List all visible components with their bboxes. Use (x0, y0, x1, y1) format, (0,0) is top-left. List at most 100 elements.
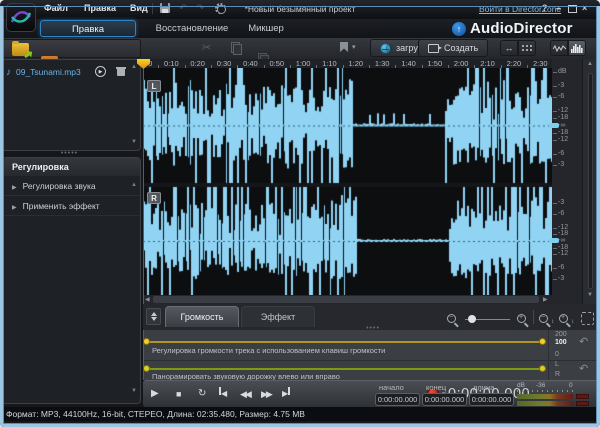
envelope-keyframe[interactable] (539, 338, 546, 345)
tab-restore[interactable]: Восстановление (146, 20, 238, 37)
maximize-button[interactable] (568, 5, 577, 13)
scroll-left-icon[interactable]: ◀ (145, 296, 150, 303)
list-item-audio-file[interactable]: ♪ 09_Tsunami.mp3 (6, 64, 126, 80)
ruler-tick: 2:30 (533, 59, 548, 68)
sidebar-item-apply-effect[interactable]: ▶Применить эффект (3, 196, 140, 216)
menu-file[interactable]: Файл (44, 3, 68, 13)
field-label-end: конец (426, 383, 446, 392)
envelope-keyframe[interactable] (143, 365, 150, 372)
scroll-up-icon[interactable]: ▲ (587, 61, 593, 67)
produce-label: Создать (444, 43, 478, 53)
scroll-up-icon[interactable]: ▲ (131, 182, 137, 188)
remove-file-icon[interactable] (117, 67, 125, 76)
app-window: Файл Правка Вид ↶ ↷ *Новый безымянный пр… (0, 0, 600, 427)
marker-icon[interactable] (340, 42, 348, 52)
import-media-icon[interactable] (12, 43, 29, 56)
scroll-up-icon[interactable]: ▲ (131, 64, 137, 70)
sidebar-item-adjust-volume[interactable]: ▶Регулировка звука (3, 176, 140, 196)
tab-volume[interactable]: Громкость (165, 306, 239, 327)
loop-button[interactable]: ↻ (198, 387, 206, 401)
pan-envelope-lane[interactable]: Панорамировать звуковую дорожку влево ил… (143, 361, 600, 380)
skip-start-button[interactable]: ◀ (219, 387, 227, 401)
volume-handle-right-channel[interactable] (549, 238, 559, 243)
timeline-ruler[interactable]: 0:000:100:200:300:400:501:001:101:201:30… (143, 59, 582, 68)
zoom-in-icon[interactable]: + (517, 314, 526, 323)
mode-tab-bar: Правка Восстановление Микшер ↑ AudioDire… (0, 19, 600, 38)
menu-view[interactable]: Вид (130, 3, 148, 13)
playhead-line-envelope (143, 330, 144, 380)
zoom-out-icon[interactable]: − (447, 314, 456, 323)
rewind-button[interactable]: ◀◀ (240, 387, 250, 401)
field-start[interactable]: 0:00:00.000 (375, 393, 420, 406)
db-scale-label: -6 (558, 150, 564, 157)
dots-grid-icon (521, 44, 533, 52)
toggle-keyframe-grid[interactable] (518, 40, 536, 56)
scroll-down-icon[interactable]: ▼ (131, 139, 137, 145)
volume-envelope-lane[interactable]: Регулировка громкости трека с использова… (143, 330, 600, 361)
reset-envelope-icon[interactable]: ↶ (579, 337, 588, 347)
preview-play-icon[interactable]: ▶ (95, 66, 106, 77)
field-label-start: начало (379, 383, 404, 392)
chevron-right-icon: ▶ (12, 185, 17, 191)
panel-resize-handle[interactable]: ••••• (0, 150, 139, 157)
help-button[interactable]: ? (542, 3, 548, 13)
brand-name: AudioDirector (470, 20, 573, 37)
scroll-right-icon[interactable]: ▶ (543, 296, 548, 303)
minimize-button[interactable]: – (556, 3, 561, 13)
fit-view-icon[interactable] (581, 312, 594, 325)
vertical-zoom-out-icon[interactable]: −↕ (539, 314, 548, 323)
vertical-zoom-in-icon[interactable]: +↕ (559, 314, 568, 323)
pan-envelope-line[interactable] (146, 368, 546, 370)
collapse-panel-icon[interactable] (146, 308, 161, 325)
envelope-keyframe[interactable] (539, 365, 546, 372)
scroll-down-icon[interactable]: ▼ (587, 292, 593, 298)
fast-forward-button[interactable]: ▶▶ (261, 387, 271, 401)
cut-icon[interactable]: ✂ (202, 42, 211, 54)
scale-label-current: 100 (555, 339, 567, 346)
tab-edit[interactable]: Правка (40, 20, 136, 37)
envelope-keyframe[interactable] (143, 338, 150, 345)
copy-icon[interactable] (231, 42, 240, 53)
vertical-scroll-track[interactable] (588, 73, 593, 289)
playhead-line[interactable] (143, 68, 144, 304)
db-scale-label: -18 (558, 129, 568, 136)
db-scale-label: -3 (558, 161, 564, 168)
save-icon[interactable] (160, 3, 170, 13)
spectrum-bars-icon (571, 43, 584, 53)
volume-handle-left-channel[interactable] (549, 123, 559, 128)
skip-end-button[interactable]: ▶ (282, 387, 290, 401)
zoom-slider-thumb[interactable] (468, 315, 476, 323)
waveform-canvas[interactable] (143, 68, 552, 295)
lower-toolbar: Громкость Эффект •••• − + −↕ +↕ (143, 304, 600, 330)
field-end[interactable]: 0:00:00.000 (422, 393, 467, 406)
volume-envelope-line[interactable] (146, 341, 546, 343)
vertical-scrollbar[interactable]: ▲ ▼ (582, 59, 598, 304)
channel-left-badge: L (147, 80, 161, 92)
prev-glyph: ◀ (221, 389, 227, 398)
scroll-down-icon[interactable]: ▼ (131, 388, 137, 394)
horizontal-scrollbar[interactable]: ◀ ▶ (143, 295, 582, 304)
toggle-waveform-view[interactable] (550, 40, 568, 56)
tab-mixer[interactable]: Микшер (242, 20, 290, 37)
field-length[interactable]: 0:00:00.000 (469, 393, 514, 406)
close-button[interactable]: × (582, 3, 587, 13)
play-button[interactable]: ▶ (151, 387, 159, 401)
horizontal-scroll-thumb[interactable] (153, 296, 539, 303)
toggle-spectral-view[interactable] (568, 40, 586, 56)
db-scale-label: -6 (558, 210, 564, 217)
toggle-keyframe-view[interactable]: ↔ (500, 40, 518, 56)
clip-indicator-left (576, 394, 589, 399)
stop-button[interactable]: ■ (176, 387, 181, 401)
reset-envelope-icon[interactable]: ↶ (579, 364, 588, 374)
menu-edit[interactable]: Правка (84, 3, 116, 13)
ruler-tick: 1:20 (348, 59, 363, 68)
ruler-tick: 1:00 (296, 59, 311, 68)
marker-dropdown-icon[interactable]: ▾ (352, 42, 356, 54)
signin-directorzone-link[interactable]: Войти в DirectorZone (479, 4, 561, 14)
tab-effect[interactable]: Эффект (241, 306, 315, 327)
scale-label: 200 (555, 331, 567, 338)
adjust-item-label: Применить эффект (23, 201, 100, 211)
produce-button[interactable]: Создать (418, 39, 488, 57)
title-bar: Файл Правка Вид ↶ ↷ *Новый безымянный пр… (0, 0, 600, 19)
db-scale: dB-3-6-12-18-∞-18-12-6-3-3-6-12-18-∞-18-… (552, 59, 582, 304)
